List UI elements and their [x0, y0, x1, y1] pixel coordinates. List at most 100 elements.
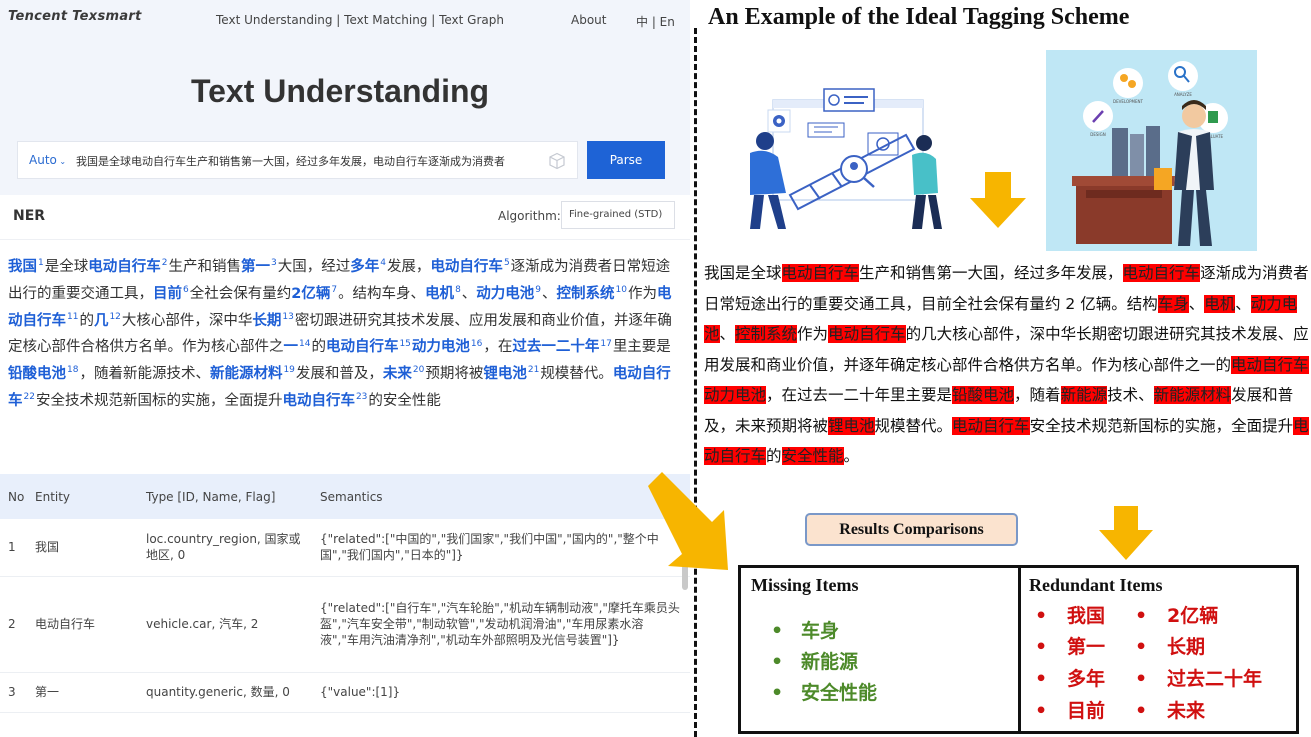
nav-links[interactable]: Text Understanding | Text Matching | Tex…	[216, 13, 504, 27]
plain-text: 技术、	[1107, 386, 1154, 404]
tagged-entity: 新能源材料	[1153, 386, 1232, 404]
language-switch[interactable]: 中 | En	[636, 13, 675, 30]
header-entity: Entity	[35, 474, 138, 519]
top-nav: Tencent Texsmart Text Understanding | Te…	[0, 0, 690, 40]
column-divider	[1018, 568, 1021, 731]
plain-text: 里主要是	[612, 339, 671, 356]
plain-text: 、	[461, 285, 477, 302]
cube-icon[interactable]	[548, 152, 566, 170]
table-header-row: No Entity Type [ID, Name, Flag] Semantic…	[0, 474, 690, 519]
ner-entity[interactable]: 电动自行车	[430, 259, 503, 275]
team-analysis-illustration	[750, 88, 942, 229]
cell-no: 2	[0, 576, 35, 673]
bullet: •	[1135, 605, 1148, 627]
ner-entity[interactable]: 多年	[350, 259, 379, 275]
bullet: •	[1035, 668, 1048, 690]
entity-index: 21	[527, 365, 540, 376]
missing-item: 安全性能	[801, 682, 878, 704]
ner-entity[interactable]: 动力电池	[476, 286, 534, 302]
ideal-tagging-text: 我国是全球电动自行车生产和销售第一大国，经过多年发展，电动自行车逐渐成为消费者日…	[704, 258, 1309, 472]
plain-text: 发展和普及，	[295, 366, 383, 383]
ner-entity[interactable]: 控制系统	[557, 286, 615, 302]
plain-text: 作为	[797, 325, 829, 343]
ner-entity[interactable]: 锂电池	[483, 366, 527, 382]
bullet: •	[1135, 668, 1148, 690]
plain-text: 的	[79, 312, 94, 329]
texsmart-panel: Tencent Texsmart Text Understanding | Te…	[0, 0, 690, 737]
results-comparisons-label: Results Comparisons	[805, 513, 1018, 546]
plain-text: 的	[766, 447, 782, 465]
ner-entity[interactable]: 铅酸电池	[8, 366, 66, 382]
tagged-entity: 安全性能	[781, 447, 844, 465]
ner-entity[interactable]: 几	[94, 313, 109, 329]
entity-index: 19	[283, 365, 295, 376]
text-input[interactable]	[76, 151, 536, 171]
plain-text: 是全球	[44, 259, 89, 275]
ner-entity[interactable]: 电动自行车	[282, 393, 355, 409]
entity-index: 9	[535, 284, 542, 295]
figure-title: An Example of the Ideal Tagging Scheme	[708, 4, 1130, 30]
plain-text: 。结构车身、	[338, 285, 426, 302]
nav-about-link[interactable]: About	[571, 13, 606, 27]
ner-entity[interactable]: 过去一二十年	[512, 339, 599, 355]
ner-entity[interactable]: 目前	[153, 286, 182, 302]
list-item: • 过去二十年	[1135, 664, 1262, 691]
redundant-item: 过去二十年	[1167, 668, 1263, 690]
cell-semantics: {"value":[1]}	[312, 672, 690, 713]
plain-text: 规模替代。	[540, 366, 613, 383]
bullet: •	[771, 651, 784, 673]
plain-text: 安全技术规范新国标的实施，全面提升	[1029, 416, 1294, 435]
table-row: 3 第一 quantity.generic, 数量, 0 {"value":[1…	[0, 672, 690, 713]
ner-entity[interactable]: 新能源材料	[210, 366, 283, 382]
entity-index: 13	[282, 311, 294, 322]
missing-item: 车身	[801, 620, 840, 642]
bullet: •	[771, 620, 784, 642]
tagged-entity: 电机	[1204, 294, 1236, 313]
entity-index: 3	[270, 258, 277, 269]
ner-entity[interactable]: 2亿辆	[291, 286, 330, 302]
plain-text: 、	[719, 325, 736, 343]
ner-entity[interactable]: 未来	[383, 366, 412, 382]
plain-text: 全社会保有量约	[189, 285, 292, 302]
ner-entity[interactable]: 电动自行车	[88, 259, 161, 275]
entity-index: 8	[455, 284, 461, 295]
table-row: 1 我国 loc.country_region, 国家或地区, 0 {"rela…	[0, 519, 690, 577]
page-title: Text Understanding	[190, 73, 490, 109]
plain-text: ，在	[483, 339, 513, 356]
tagged-entity: 控制系统	[735, 325, 798, 343]
parse-button[interactable]: Parse	[587, 141, 665, 179]
businessman-illustration: DEVELOPMENT ANALYZE DESIGN EVALUATE	[1046, 50, 1257, 251]
ner-entity[interactable]: 电动自行车	[326, 339, 399, 355]
list-item: • 目前	[1035, 696, 1105, 723]
plain-text: 大核心部件，深中华	[121, 312, 253, 329]
mode-dropdown[interactable]: Auto ⌄	[29, 153, 66, 167]
entity-index: 12	[109, 311, 121, 322]
redundant-item: 我国	[1067, 605, 1106, 627]
ner-entity[interactable]: 长期	[252, 313, 281, 329]
header-type: Type [ID, Name, Flag]	[138, 474, 312, 519]
entity-index: 22	[23, 392, 35, 403]
tagged-entity: 新能源	[1060, 386, 1108, 404]
cell-type: loc.country_region, 国家或地区, 0	[138, 519, 312, 577]
ner-entity[interactable]: 动力电池	[412, 339, 470, 355]
brand-logo[interactable]: Tencent Texsmart	[8, 9, 142, 24]
algorithm-select[interactable]: Fine-grained (STD)	[561, 201, 675, 229]
plain-text: 我国是全球	[704, 264, 782, 282]
cell-type: vehicle.car, 汽车, 2	[138, 576, 312, 673]
tagged-entity: 电动自行车	[1122, 264, 1201, 282]
search-box: Auto ⌄	[17, 141, 578, 179]
header-no: No	[0, 474, 35, 519]
ner-entity[interactable]: 电机	[425, 286, 454, 302]
tagged-entity: 电动自行车	[952, 416, 1030, 435]
development-label: DEVELOPMENT	[1113, 99, 1143, 104]
entity-index: 20	[412, 365, 425, 376]
diagonal-arrow-icon	[648, 472, 728, 570]
ner-entity[interactable]: 第一	[241, 259, 270, 275]
entity-index: 23	[355, 392, 368, 403]
entity-index: 17	[600, 338, 612, 349]
entity-index: 16	[470, 338, 483, 349]
cell-no: 3	[0, 672, 35, 713]
ner-entity[interactable]: 我国	[8, 259, 37, 275]
cell-semantics: {"related":["自行车","汽车轮胎","机动车辆制动液","摩托车乘…	[312, 576, 690, 673]
ner-entity[interactable]: 一	[284, 339, 299, 355]
